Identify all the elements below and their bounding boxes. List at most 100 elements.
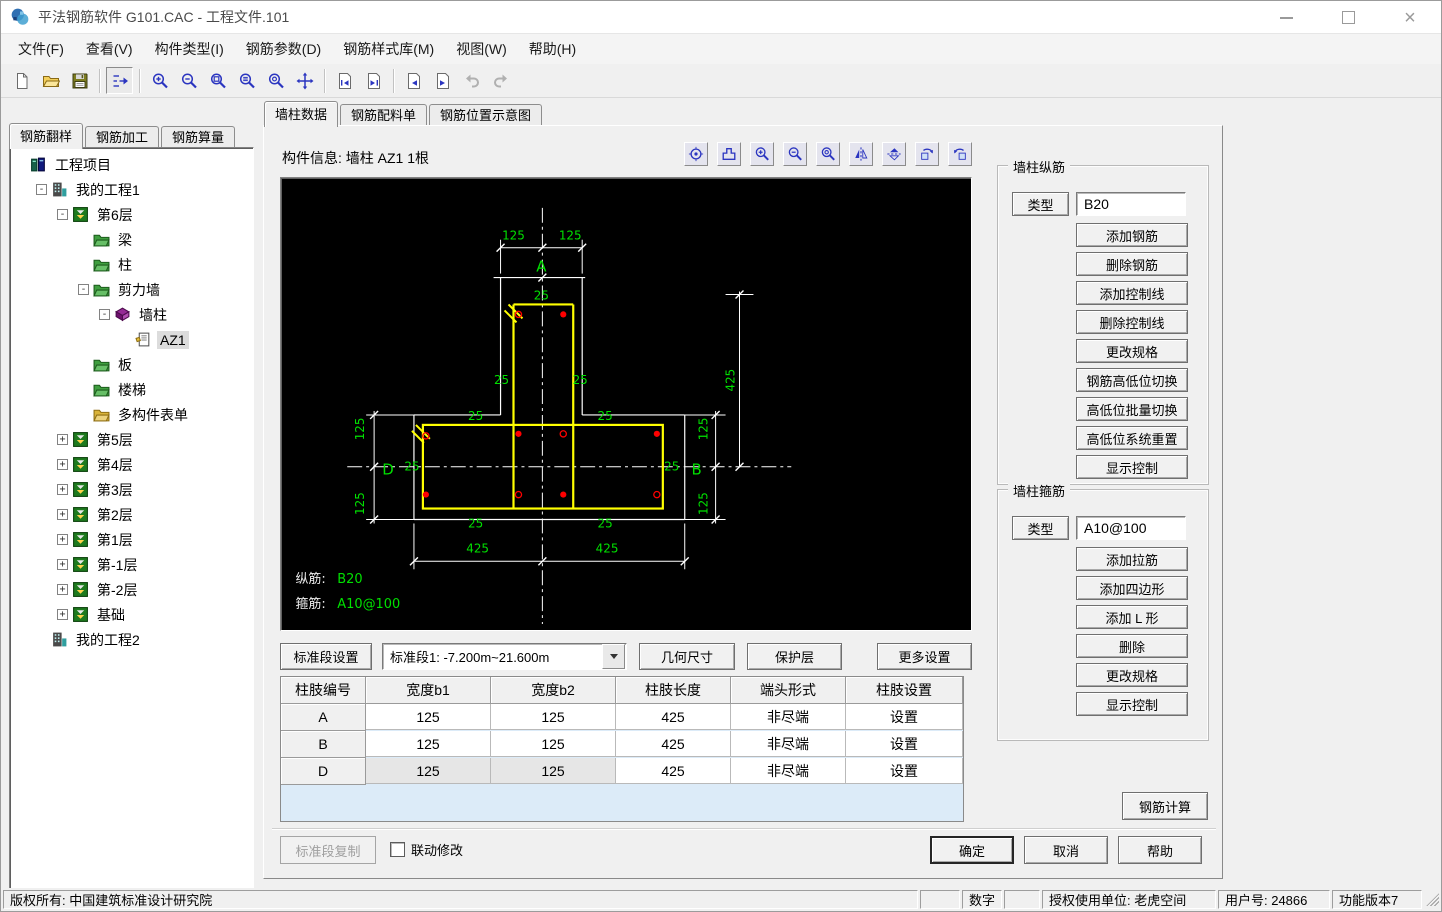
long-action-button[interactable]: 删除控制线 [1076,310,1188,334]
zoom-window-button[interactable] [204,67,231,94]
width-b1-cell[interactable]: 125 [366,704,491,730]
limb-settings-cell[interactable]: 设置 [846,731,963,757]
tree-item[interactable]: +第4层 [10,452,253,477]
fit-extents-button[interactable] [717,142,741,166]
tree-item[interactable]: +第5层 [10,427,253,452]
zoom-all-button[interactable] [262,67,289,94]
long-action-button[interactable]: 更改规格 [1076,339,1188,363]
limb-settings-cell[interactable]: 设置 [846,758,963,784]
drawing-canvas[interactable]: 125125A252525252525252525DB1251251251254… [280,177,972,631]
tree-item[interactable]: +第1层 [10,527,253,552]
tree-item[interactable]: 楼梯 [10,377,253,402]
undo-button[interactable] [458,67,485,94]
end-type-cell[interactable]: 非尽端 [731,731,846,757]
menu-item[interactable]: 文件(F) [7,35,75,63]
menu-item[interactable]: 钢筋样式库(M) [332,35,445,63]
row-id-cell[interactable]: D [281,758,366,785]
tree-item[interactable]: 多构件表单 [10,402,253,427]
tree-expander[interactable]: + [57,559,68,570]
tree-item[interactable]: 板 [10,352,253,377]
row-id-cell[interactable]: B [281,731,366,758]
long-action-button[interactable]: 高低位系统重置 [1076,426,1188,450]
width-b2-cell[interactable]: 125 [491,704,616,730]
zoom-in-button[interactable] [750,142,774,166]
segment-dropdown[interactable]: 标准段1: -7.200m~21.600m [382,643,627,670]
left-tab[interactable]: 钢筋翻样 [9,123,83,149]
tree-item[interactable]: -我的工程1 [10,177,253,202]
toggle-tree-button[interactable] [106,67,133,94]
long-action-button[interactable]: 删除钢筋 [1076,252,1188,276]
end-type-cell[interactable]: 非尽端 [731,704,846,730]
long-action-button[interactable]: 显示控制 [1076,455,1188,479]
zoom-all-button[interactable] [816,142,840,166]
help-button[interactable]: 帮助 [1118,836,1202,864]
page-first-button[interactable] [331,67,358,94]
tree-item[interactable]: +基础 [10,602,253,627]
main-tab[interactable]: 墙柱数据 [264,101,338,127]
width-b2-cell[interactable]: 125 [491,731,616,757]
tree-item[interactable]: +第2层 [10,502,253,527]
stirrup-action-button[interactable]: 添加 L 形 [1076,605,1188,629]
dropdown-arrow-button[interactable] [602,644,625,669]
limb-length-cell[interactable]: 425 [616,704,731,730]
long-type-button[interactable]: 类型 [1012,192,1069,216]
tree-expander[interactable]: - [57,209,68,220]
width-b2-cell[interactable]: 125 [491,758,616,784]
tree-item[interactable]: +第-2层 [10,577,253,602]
rotate-left-button[interactable] [915,142,939,166]
long-action-button[interactable]: 高低位批量切换 [1076,397,1188,421]
tree-expander[interactable]: + [57,534,68,545]
tree-expander[interactable]: + [57,434,68,445]
menu-item[interactable]: 构件类型(I) [144,35,235,63]
resize-grip-icon[interactable] [1426,893,1439,906]
menu-item[interactable]: 查看(V) [75,35,144,63]
long-action-button[interactable]: 添加钢筋 [1076,223,1188,247]
mirror-vertical-button[interactable] [882,142,906,166]
row-id-cell[interactable]: A [281,704,366,731]
tree-expander[interactable]: + [57,609,68,620]
long-type-input[interactable]: B20 [1076,192,1186,216]
width-b1-cell[interactable]: 125 [366,758,491,784]
tree-item[interactable]: 梁 [10,227,253,252]
tree-expander[interactable]: - [99,309,110,320]
tree-expander[interactable]: + [57,484,68,495]
page-prev-button[interactable] [400,67,427,94]
redo-button[interactable] [487,67,514,94]
tree-item[interactable]: 我的工程2 [10,627,253,652]
minimize-button[interactable] [1255,1,1317,34]
new-file-button[interactable] [8,67,35,94]
tree-expander[interactable]: + [57,459,68,470]
long-action-button[interactable]: 添加控制线 [1076,281,1188,305]
segment-settings-button[interactable]: 标准段设置 [280,643,372,670]
left-tab[interactable]: 钢筋算量 [161,126,235,149]
zoom-out-button[interactable] [783,142,807,166]
tree-expander[interactable]: + [57,584,68,595]
linked-edit-checkbox[interactable] [390,842,405,857]
segment-copy-button[interactable]: 标准段复制 [280,836,376,864]
ok-button[interactable]: 确定 [930,836,1014,864]
stirrup-action-button[interactable]: 显示控制 [1076,692,1188,716]
cancel-button[interactable]: 取消 [1024,836,1108,864]
long-action-button[interactable]: 钢筋高低位切换 [1076,368,1188,392]
stirrup-type-button[interactable]: 类型 [1012,516,1069,540]
tree-item[interactable]: +第-1层 [10,552,253,577]
menu-item[interactable]: 帮助(H) [518,35,587,63]
stirrup-action-button[interactable]: 添加四边形 [1076,576,1188,600]
tree-item[interactable]: 柱 [10,252,253,277]
stirrup-type-input[interactable]: A10@100 [1076,516,1186,540]
main-tab[interactable]: 钢筋配料单 [340,104,427,127]
close-button[interactable]: × [1379,1,1441,34]
tree-expander[interactable]: - [36,184,47,195]
limb-settings-cell[interactable]: 设置 [846,704,963,730]
mirror-horizontal-button[interactable] [849,142,873,166]
zoom-scale-button[interactable] [233,67,260,94]
open-file-button[interactable] [37,67,64,94]
cover-button[interactable]: 保护层 [747,643,842,670]
stirrup-action-button[interactable]: 更改规格 [1076,663,1188,687]
tree-item[interactable]: -第6层 [10,202,253,227]
limb-length-cell[interactable]: 425 [616,731,731,757]
main-tab[interactable]: 钢筋位置示意图 [429,104,542,127]
rebar-calculate-button[interactable]: 钢筋计算 [1122,792,1208,820]
tree-expander[interactable]: - [78,284,89,295]
rotate-right-button[interactable] [948,142,972,166]
